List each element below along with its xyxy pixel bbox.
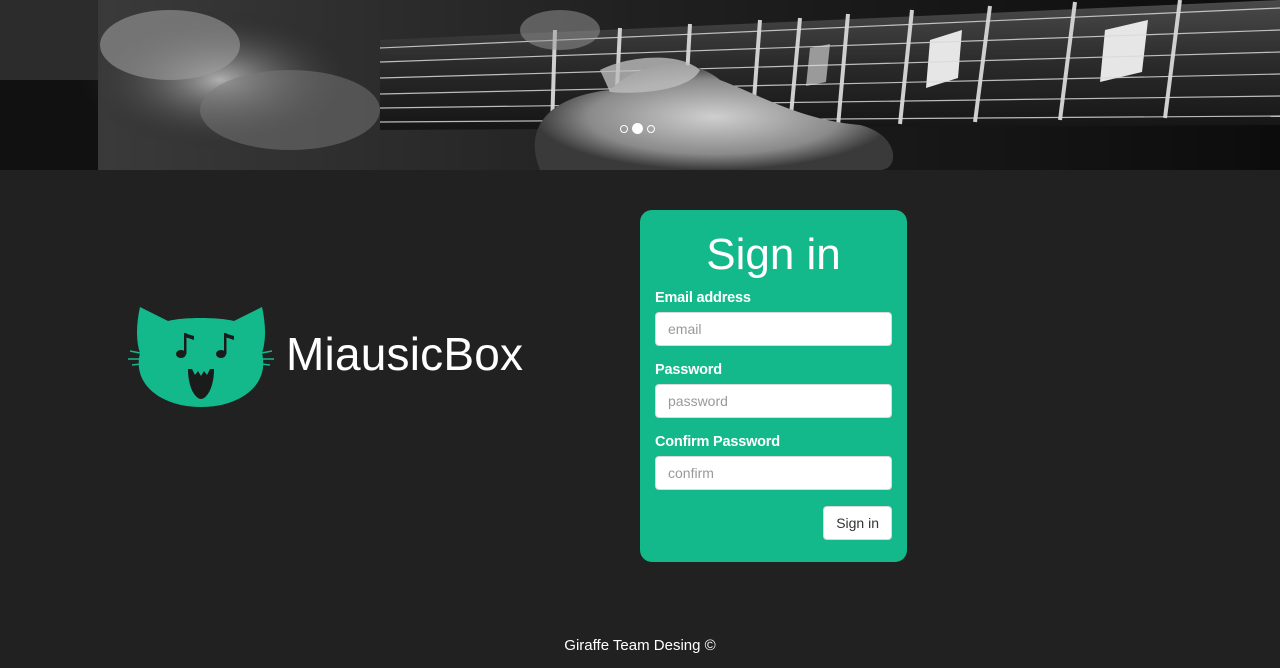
email-label: Email address bbox=[655, 290, 751, 306]
password-input[interactable] bbox=[655, 384, 892, 418]
page: MiausicBox Sign in Email address Passwor… bbox=[0, 0, 1280, 668]
guitar-photo bbox=[0, 0, 1280, 170]
email-input[interactable] bbox=[655, 312, 892, 346]
footer-credit: Giraffe Team Desing © bbox=[564, 637, 716, 654]
confirm-password-input[interactable] bbox=[655, 456, 892, 490]
carousel-dot-1[interactable] bbox=[620, 124, 628, 133]
carousel-dot-2[interactable] bbox=[632, 123, 643, 134]
confirm-password-label: Confirm Password bbox=[655, 434, 780, 450]
carousel-dot-3[interactable] bbox=[647, 124, 655, 133]
brand-name: MiausicBox bbox=[286, 328, 524, 380]
carousel-indicators bbox=[620, 123, 655, 134]
signin-title: Sign in bbox=[706, 230, 841, 279]
form-actions: Sign in bbox=[655, 506, 892, 540]
password-label: Password bbox=[655, 362, 722, 378]
brand: MiausicBox bbox=[128, 305, 523, 409]
cat-logo-icon bbox=[128, 307, 274, 407]
signin-form: Sign in Email address Password Confirm P… bbox=[640, 210, 907, 562]
hero-carousel bbox=[0, 0, 1280, 170]
signin-button[interactable]: Sign in bbox=[823, 506, 892, 540]
